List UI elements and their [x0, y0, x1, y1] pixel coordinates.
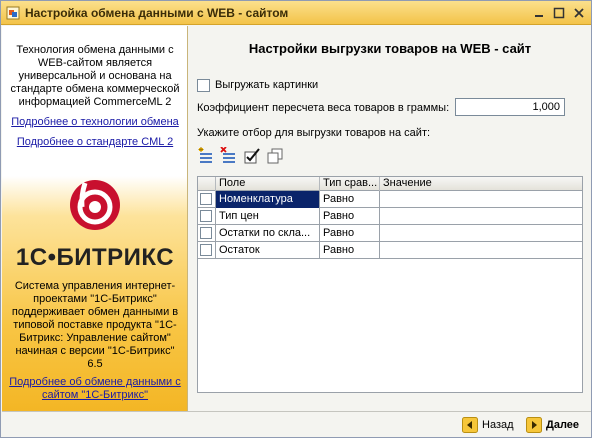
title-bar[interactable]: Настройка обмена данными с WEB - сайтом	[1, 1, 591, 25]
header-check-column	[198, 177, 216, 191]
delete-filter-icon[interactable]	[220, 147, 238, 165]
link-standard[interactable]: Подробнее о стандарте CML 2	[6, 136, 184, 149]
link-technology[interactable]: Подробнее о технологии обмена	[6, 116, 184, 129]
comparison-cell[interactable]: Равно	[320, 208, 380, 225]
link-bitrix-exchange[interactable]: Подробнее об обмене данными с сайтом "1С…	[6, 376, 184, 402]
arrow-right-icon	[526, 417, 542, 433]
add-filter-icon[interactable]	[197, 147, 215, 165]
value-cell[interactable]	[380, 225, 582, 242]
row-checkbox-cell[interactable]	[198, 191, 216, 208]
value-cell[interactable]	[380, 208, 582, 225]
coefficient-field[interactable]: 1,000	[455, 98, 565, 116]
table-header: Поле Тип срав... Значение	[198, 177, 582, 191]
table-row[interactable]: Остаток Равно	[198, 242, 582, 259]
export-pictures-row[interactable]: Выгружать картинки	[197, 78, 318, 92]
bitrix-logo-icon	[70, 180, 120, 230]
back-button-label: Назад	[482, 419, 514, 431]
column-header-value[interactable]: Значение	[380, 177, 582, 191]
maximize-icon[interactable]	[551, 5, 567, 21]
main-panel: Настройки выгрузки товаров на WEB - сайт…	[189, 26, 591, 411]
settings-window: Настройка обмена данными с WEB - сайтом …	[0, 0, 592, 438]
field-cell[interactable]: Остатки по скла...	[216, 225, 320, 242]
bitrix-brand: 1С•БИТРИКС	[15, 244, 175, 271]
column-header-field[interactable]: Поле	[216, 177, 320, 191]
row-checkbox-cell[interactable]	[198, 242, 216, 259]
check-all-icon[interactable]	[243, 147, 261, 165]
sidebar-description: Система управления интернет-проектами "1…	[11, 280, 179, 370]
value-cell[interactable]	[380, 191, 582, 208]
wizard-footer: Назад Далее	[2, 411, 591, 437]
sidebar-intro-text: Технология обмена данными с WEB-сайтом я…	[10, 44, 180, 108]
window-app-icon	[6, 6, 20, 20]
arrow-left-icon	[462, 417, 478, 433]
next-button-label: Далее	[546, 419, 580, 431]
row-checkbox[interactable]	[200, 193, 212, 205]
row-checkbox[interactable]	[200, 210, 212, 222]
row-checkbox[interactable]	[200, 244, 212, 256]
comparison-cell[interactable]: Равно	[320, 225, 380, 242]
field-cell[interactable]: Номенклатура	[216, 191, 320, 208]
back-button[interactable]: Назад	[462, 415, 514, 435]
info-sidebar: Технология обмена данными с WEB-сайтом я…	[2, 26, 188, 411]
table-row[interactable]: Номенклатура Равно	[198, 191, 582, 208]
close-icon[interactable]	[571, 5, 587, 21]
next-button[interactable]: Далее	[526, 415, 579, 435]
filter-table[interactable]: Поле Тип срав... Значение Номенклатура Р…	[197, 176, 583, 393]
table-row[interactable]: Остатки по скла... Равно	[198, 225, 582, 242]
page-title: Настройки выгрузки товаров на WEB - сайт	[248, 41, 532, 56]
window-title: Настройка обмена данными с WEB - сайтом	[25, 6, 289, 20]
row-checkbox-cell[interactable]	[198, 208, 216, 225]
export-pictures-label: Выгружать картинки	[215, 79, 319, 91]
comparison-cell[interactable]: Равно	[320, 191, 380, 208]
copy-icon[interactable]	[266, 147, 284, 165]
table-row[interactable]: Тип цен Равно	[198, 208, 582, 225]
export-pictures-checkbox[interactable]	[197, 78, 210, 92]
row-checkbox-cell[interactable]	[198, 225, 216, 242]
row-checkbox[interactable]	[200, 227, 212, 239]
comparison-cell[interactable]: Равно	[320, 242, 380, 259]
minimize-icon[interactable]	[531, 5, 547, 21]
value-cell[interactable]	[380, 242, 582, 259]
column-header-comparison[interactable]: Тип срав...	[320, 177, 380, 191]
filter-label: Укажите отбор для выгрузки товаров на са…	[197, 127, 431, 139]
field-cell[interactable]: Остаток	[216, 242, 320, 259]
coefficient-label: Коэффициент пересчета веса товаров в гра…	[197, 102, 450, 114]
field-cell[interactable]: Тип цен	[216, 208, 320, 225]
